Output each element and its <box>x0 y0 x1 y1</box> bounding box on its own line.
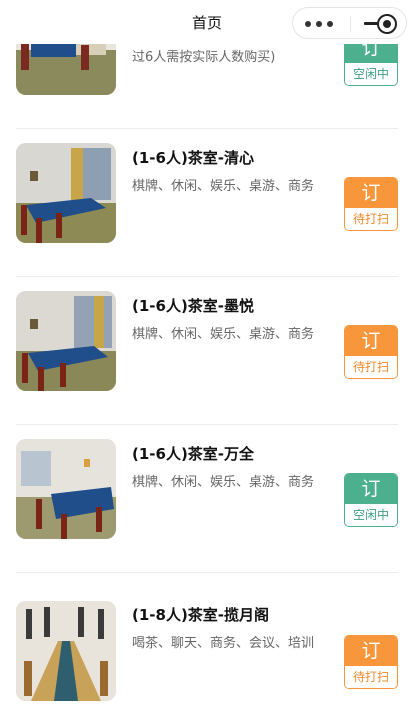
book-button[interactable]: 订 空闲中 <box>344 473 398 527</box>
room-name[interactable]: (1-8人)茶室-揽月阁 <box>132 604 269 625</box>
more-dots-icon[interactable] <box>305 21 335 27</box>
room-tags: 喝茶、聊天、商务、会议、培训 <box>132 636 315 651</box>
book-button[interactable]: 订 待打扫 <box>344 177 398 231</box>
room-tags: 棋牌、休闲、娱乐、桌游、商务 <box>132 179 315 194</box>
room-photo <box>16 439 116 539</box>
book-button[interactable]: 订 待打扫 <box>344 635 398 689</box>
divider <box>16 572 398 573</box>
room-tags: 棋牌、休闲、娱乐、桌游、商务 <box>132 475 315 490</box>
book-label: 订 <box>345 178 397 208</box>
close-target-icon[interactable] <box>377 14 397 34</box>
room-photo <box>16 601 116 701</box>
room-list: 过6人需按实际人数购买) 订 空闲中 (1-6人)茶室-清心 棋牌、休闲、娱乐、… <box>0 0 414 711</box>
status-label: 空闲中 <box>345 63 397 85</box>
book-button[interactable]: 订 待打扫 <box>344 325 398 379</box>
room-name[interactable]: (1-6人)茶室-清心 <box>132 147 254 168</box>
room-name[interactable]: (1-6人)茶室-墨悦 <box>132 295 254 316</box>
room-tags: 过6人需按实际人数购买) <box>132 50 276 65</box>
divider <box>16 276 398 277</box>
room-thumbnail[interactable] <box>16 143 116 243</box>
room-thumbnail[interactable] <box>16 601 116 701</box>
book-label: 订 <box>345 636 397 666</box>
room-thumbnail[interactable] <box>16 439 116 539</box>
room-name[interactable]: (1-6人)茶室-万全 <box>132 443 254 464</box>
room-photo <box>16 291 116 391</box>
divider <box>16 424 398 425</box>
status-label: 待打扫 <box>345 208 397 230</box>
status-label: 空闲中 <box>345 504 397 526</box>
navigation-bar: 首页 <box>0 0 414 44</box>
mini-program-capsule <box>292 7 407 39</box>
status-label: 待打扫 <box>345 356 397 378</box>
divider <box>16 128 398 129</box>
status-label: 待打扫 <box>345 666 397 688</box>
room-tags: 棋牌、休闲、娱乐、桌游、商务 <box>132 327 315 342</box>
book-label: 订 <box>345 326 397 356</box>
room-photo <box>16 143 116 243</box>
book-label: 订 <box>345 474 397 504</box>
room-thumbnail[interactable] <box>16 291 116 391</box>
